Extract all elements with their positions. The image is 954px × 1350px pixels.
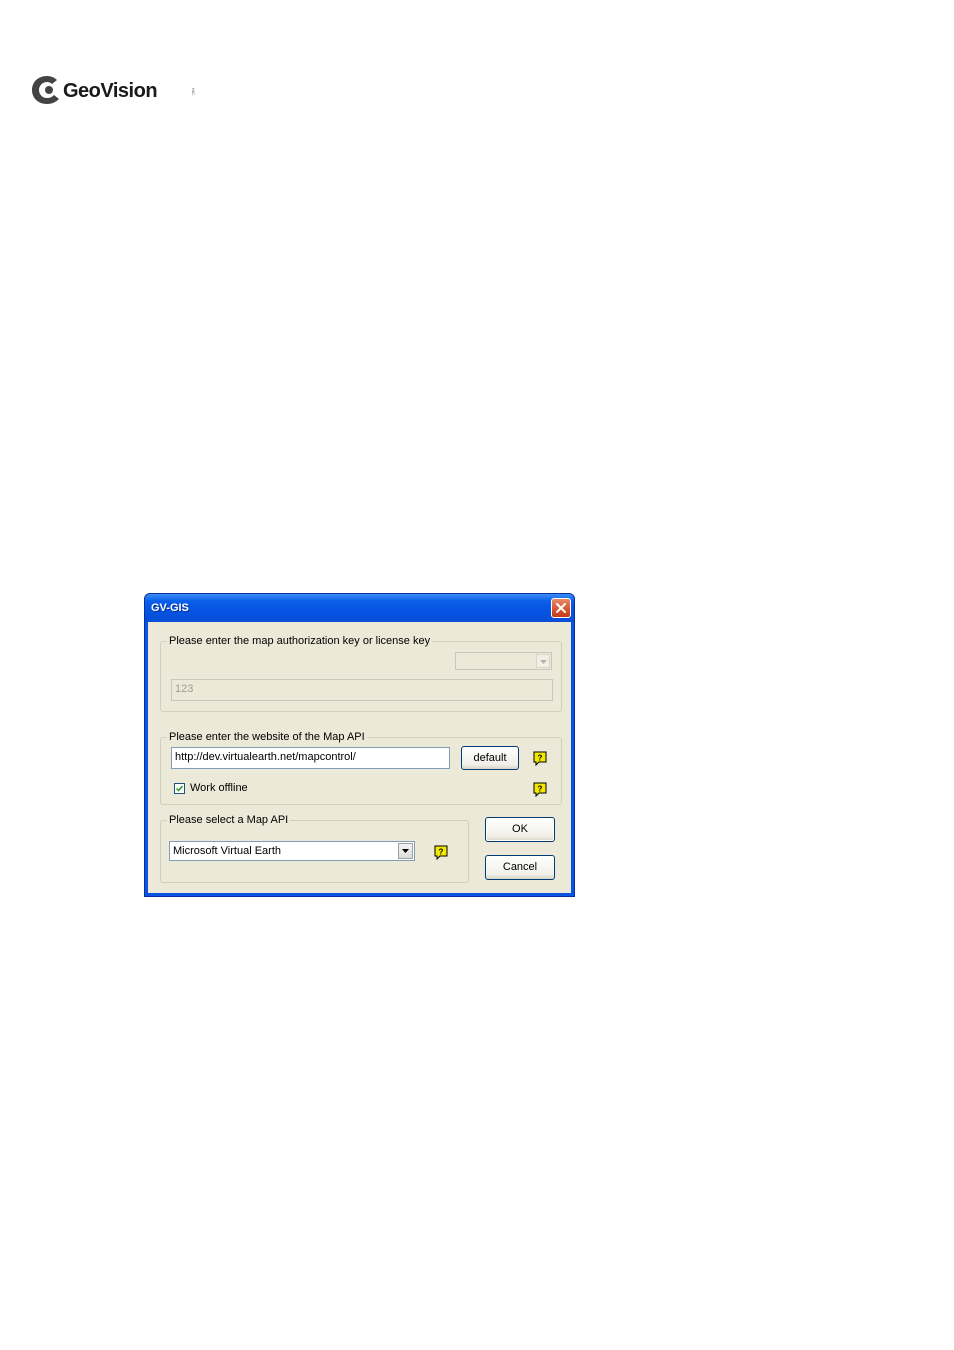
map-api-url-input[interactable]: http://dev.virtualearth.net/mapcontrol/: [171, 747, 450, 769]
svg-text:?: ?: [538, 785, 543, 794]
work-offline-label: Work offline: [190, 782, 248, 794]
chevron-down-icon: [540, 660, 547, 664]
url-help-icon[interactable]: ?: [533, 751, 547, 766]
dialog-titlebar[interactable]: GV-GIS: [145, 594, 574, 622]
map-api-website-group-label: Please enter the website of the Map API: [167, 731, 367, 743]
logo-inc-mark: INC.: [191, 88, 196, 96]
logo-wordmark: GeoVision: [63, 80, 158, 102]
checkmark-icon: [176, 785, 183, 792]
svg-text:?: ?: [538, 754, 543, 763]
key-type-dropdown-arrow[interactable]: [536, 654, 550, 668]
default-url-button[interactable]: default: [461, 746, 519, 770]
geovision-swirl-icon: [32, 76, 59, 104]
map-api-website-group: Please enter the website of the Map API …: [160, 731, 562, 805]
ok-button[interactable]: OK: [485, 817, 555, 842]
license-key-group: Please enter the map authorization key o…: [160, 635, 562, 712]
map-api-select-group: Please select a Map API Microsoft Virtua…: [160, 814, 469, 883]
map-api-dropdown-arrow[interactable]: [398, 843, 413, 859]
cancel-button[interactable]: Cancel: [485, 855, 555, 880]
map-api-dropdown[interactable]: Microsoft Virtual Earth: [169, 841, 415, 861]
key-type-dropdown[interactable]: [455, 652, 552, 670]
license-key-input[interactable]: 123: [171, 679, 553, 701]
offline-help-icon[interactable]: ?: [533, 782, 547, 797]
dialog-client-area: Please enter the map authorization key o…: [148, 622, 571, 893]
chevron-down-icon: [402, 849, 409, 853]
gv-gis-dialog: GV-GIS Please enter the map authorizatio…: [144, 593, 575, 897]
map-api-help-icon[interactable]: ?: [434, 845, 448, 860]
dialog-title: GV-GIS: [151, 602, 189, 614]
work-offline-checkbox[interactable]: [174, 783, 185, 794]
map-api-select-group-label: Please select a Map API: [167, 814, 291, 826]
close-button[interactable]: [551, 598, 571, 618]
close-icon: [556, 603, 566, 613]
map-api-selected-value: Microsoft Virtual Earth: [173, 845, 282, 857]
svg-text:?: ?: [439, 848, 444, 857]
geovision-logo: GeoVision INC.: [30, 74, 196, 110]
license-key-group-label: Please enter the map authorization key o…: [167, 635, 433, 647]
